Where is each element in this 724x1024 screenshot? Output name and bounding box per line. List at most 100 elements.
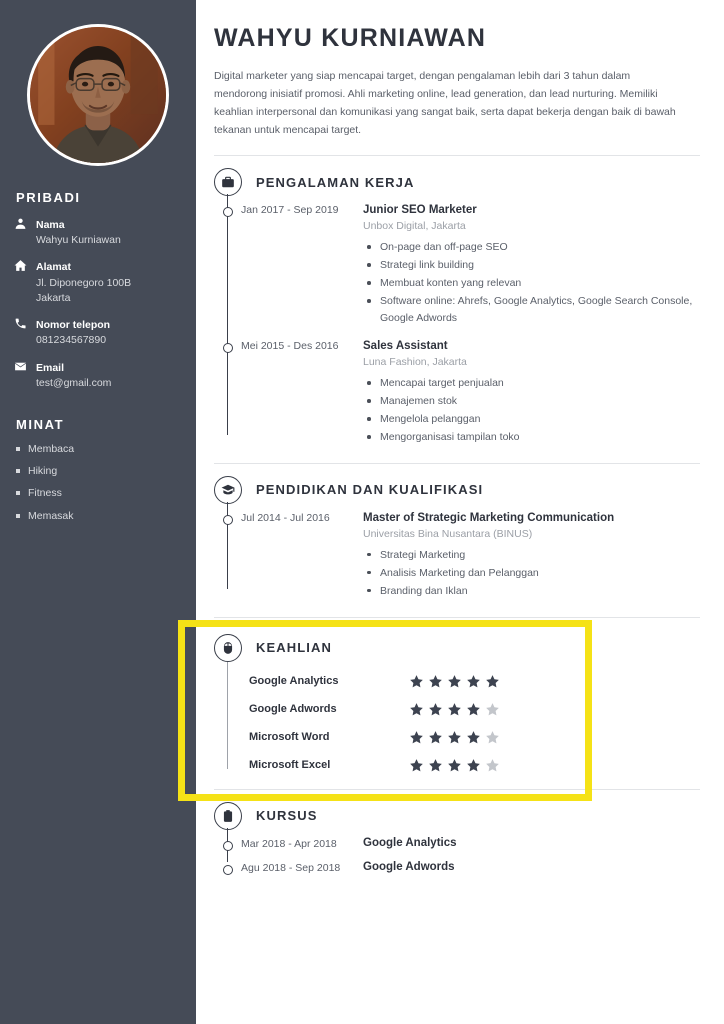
list-item: Fitness [14,486,182,501]
star-icon [485,730,500,745]
experience-entry: Mei 2015 - Des 2016 Sales Assistant Luna… [222,338,700,447]
star-icon [447,758,462,773]
skill-row: Microsoft Word [249,730,700,745]
contact-label: Nama [36,219,65,231]
list-item: Membuat konten yang relevan [363,275,700,292]
star-icon [447,730,462,745]
contact-item-nama: Nama Wahyu Kurniawan [14,215,182,248]
entry-org: Universitas Bina Nusantara (BINUS) [363,528,533,541]
section-header: KEAHLIAN [214,633,700,662]
personal-heading: PRIBADI [16,190,81,205]
star-icon [466,730,481,745]
star-icon [428,758,443,773]
experience-entry: Jan 2017 - Sep 2019 Junior SEO Marketer … [222,202,700,328]
star-icon [428,702,443,717]
skill-name: Google Analytics [249,675,339,688]
entry-date: Mei 2015 - Des 2016 [241,340,339,353]
contact-label: Alamat [36,261,72,274]
skill-rating-stars [409,674,500,689]
entry-title: Google Adwords [363,860,455,873]
star-icon [485,674,500,689]
star-icon [409,730,424,745]
avatar-wrapper [14,24,182,166]
mouse-icon [214,633,242,662]
cv-page: PRIBADI Nama Wahyu Kurniawan Alamat Jl. … [0,0,724,1024]
list-item: Hiking [14,464,182,479]
main-content: WAHYU KURNIAWAN Digital marketer yang si… [196,0,724,1024]
profile-summary: Digital marketer yang siap mencapai targ… [214,70,676,137]
skill-name: Microsoft Excel [249,759,331,772]
clipboard-icon [214,801,242,830]
star-icon [466,758,481,773]
list-item: Mengelola pelanggan [363,411,700,428]
contact-item-telepon: Nomor telepon 081234567890 [14,315,182,348]
entry-title: Google Analytics [363,836,457,849]
contact-item-email: Email test@gmail.com [14,358,182,391]
entry-org: Luna Fashion, Jakarta [363,356,467,369]
experience-timeline: Jan 2017 - Sep 2019 Junior SEO Marketer … [222,194,700,447]
entry-points: On-page dan off-page SEO Strategi link b… [363,239,700,327]
skills-list: Google Analytics Google Adwords Microsof… [227,661,700,773]
education-entry: Jul 2014 - Jul 2016 Master of Strategic … [222,510,700,601]
section-experience: PENGALAMAN KERJA Jan 2017 - Sep 2019 Jun… [214,156,700,447]
contact-value: 081234567890 [36,334,107,347]
entry-title: Master of Strategic Marketing Communicat… [363,511,615,524]
list-item: Manajemen stok [363,393,700,410]
contact-value: test@gmail.com [36,376,112,389]
entry-date: Mar 2018 - Apr 2018 [241,837,337,850]
list-item: Strategi Marketing [363,547,700,564]
entry-date: Agu 2018 - Sep 2018 [241,861,341,874]
envelope-icon [14,358,36,391]
course-entry: Agu 2018 - Sep 2018 Google Adwords [222,860,700,875]
contact-label: Nomor telepon [36,319,111,332]
list-item: Mengorganisasi tampilan toko [363,429,700,446]
list-item: Analisis Marketing dan Pelanggan [363,565,700,582]
profile-photo-illustration [30,27,166,163]
section-title: PENGALAMAN KERJA [256,174,415,190]
list-item: Memasak [14,509,182,524]
list-item: Branding dan Iklan [363,583,700,600]
section-title: KURSUS [256,808,318,824]
contact-value: Wahyu Kurniawan [36,234,121,247]
section-skills: KEAHLIAN Google Analytics Google Adwords… [214,618,700,773]
star-icon [409,674,424,689]
entry-org: Unbox Digital, Jakarta [363,220,466,233]
section-header: PENDIDIKAN DAN KUALIFIKASI [214,475,700,504]
list-item: On-page dan off-page SEO [363,239,700,256]
education-timeline: Jul 2014 - Jul 2016 Master of Strategic … [222,501,700,601]
skill-row: Google Analytics [249,674,700,689]
star-icon [485,702,500,717]
interests-heading: MINAT [16,416,65,432]
skill-name: Microsoft Word [249,731,330,744]
avatar [27,24,169,166]
list-item: Software online: Ahrefs, Google Analytic… [363,293,700,327]
section-header: KURSUS [214,801,700,830]
skill-row: Microsoft Excel [249,758,700,773]
graduation-cap-icon [214,475,242,504]
contact-item-alamat: Alamat Jl. Diponegoro 100B Jakarta [14,257,182,306]
entry-points: Strategi Marketing Analisis Marketing da… [363,547,700,600]
home-icon [14,257,36,306]
section-courses: KURSUS Mar 2018 - Apr 2018 Google Analyt… [214,790,700,875]
list-item: Strategi link building [363,257,700,274]
skill-rating-stars [409,702,500,717]
skill-rating-stars [409,730,500,745]
page-title: WAHYU KURNIAWAN [214,24,487,52]
star-icon [466,702,481,717]
entry-date: Jan 2017 - Sep 2019 [241,204,339,217]
star-icon [409,702,424,717]
star-icon [428,674,443,689]
person-icon [14,215,36,248]
star-icon [447,674,462,689]
list-item: Membaca [14,442,182,457]
contact-value: Jl. Diponegoro 100B Jakarta [36,276,132,304]
skill-name: Google Adwords [249,703,337,716]
section-title: PENDIDIKAN DAN KUALIFIKASI [256,482,484,498]
entry-title: Sales Assistant [363,340,448,353]
skill-rating-stars [409,758,500,773]
star-icon [428,730,443,745]
briefcase-icon [214,168,242,197]
contact-label: Email [36,361,65,374]
phone-icon [14,315,36,348]
section-education: PENDIDIKAN DAN KUALIFIKASI Jul 2014 - Ju… [214,464,700,601]
